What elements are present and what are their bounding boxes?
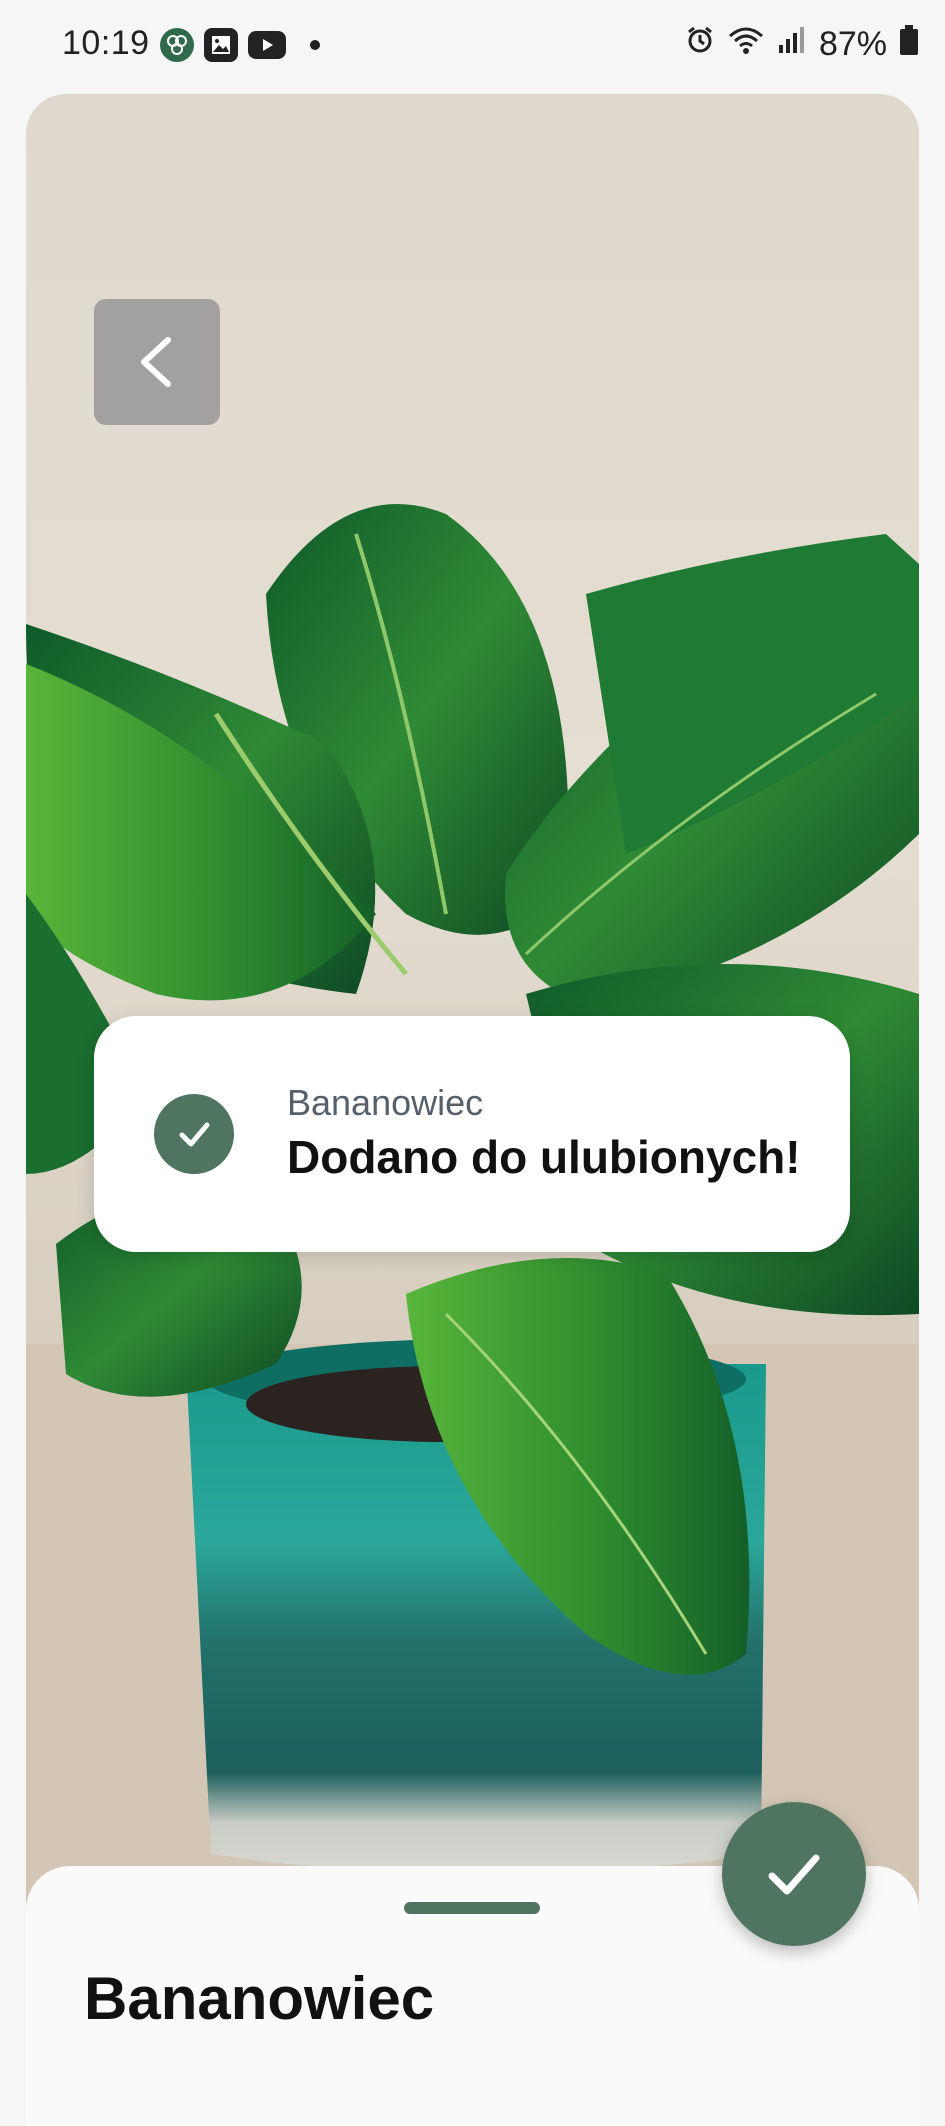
plant-app-icon [160,28,194,62]
confirm-button[interactable] [722,1802,866,1946]
check-icon [768,1854,820,1895]
toast-title: Dodano do ulubionych! [287,1131,801,1183]
chevron-left-icon [141,337,171,387]
plant-name-title: Bananowiec [84,1965,435,2032]
toast-subtitle: Bananowiec [287,1082,484,1123]
back-button[interactable] [94,299,220,425]
alarm-icon [685,25,715,64]
signal-icon [777,25,807,64]
system-status: 87% [685,24,919,65]
status-time: 10:19 [62,24,150,62]
more-notifications-dot [310,40,320,50]
favorite-toast: Bananowiec Dodano do ulubionych! [94,1016,850,1252]
battery-percent: 87% [818,25,887,63]
status-bar: 10:19 87% [0,0,945,92]
wifi-icon [727,24,765,65]
notification-icons [160,28,320,62]
check-icon [154,1094,234,1174]
sheet-handle[interactable] [404,1902,540,1914]
battery-icon [899,24,919,65]
gallery-icon [204,28,238,62]
youtube-icon [248,31,286,59]
